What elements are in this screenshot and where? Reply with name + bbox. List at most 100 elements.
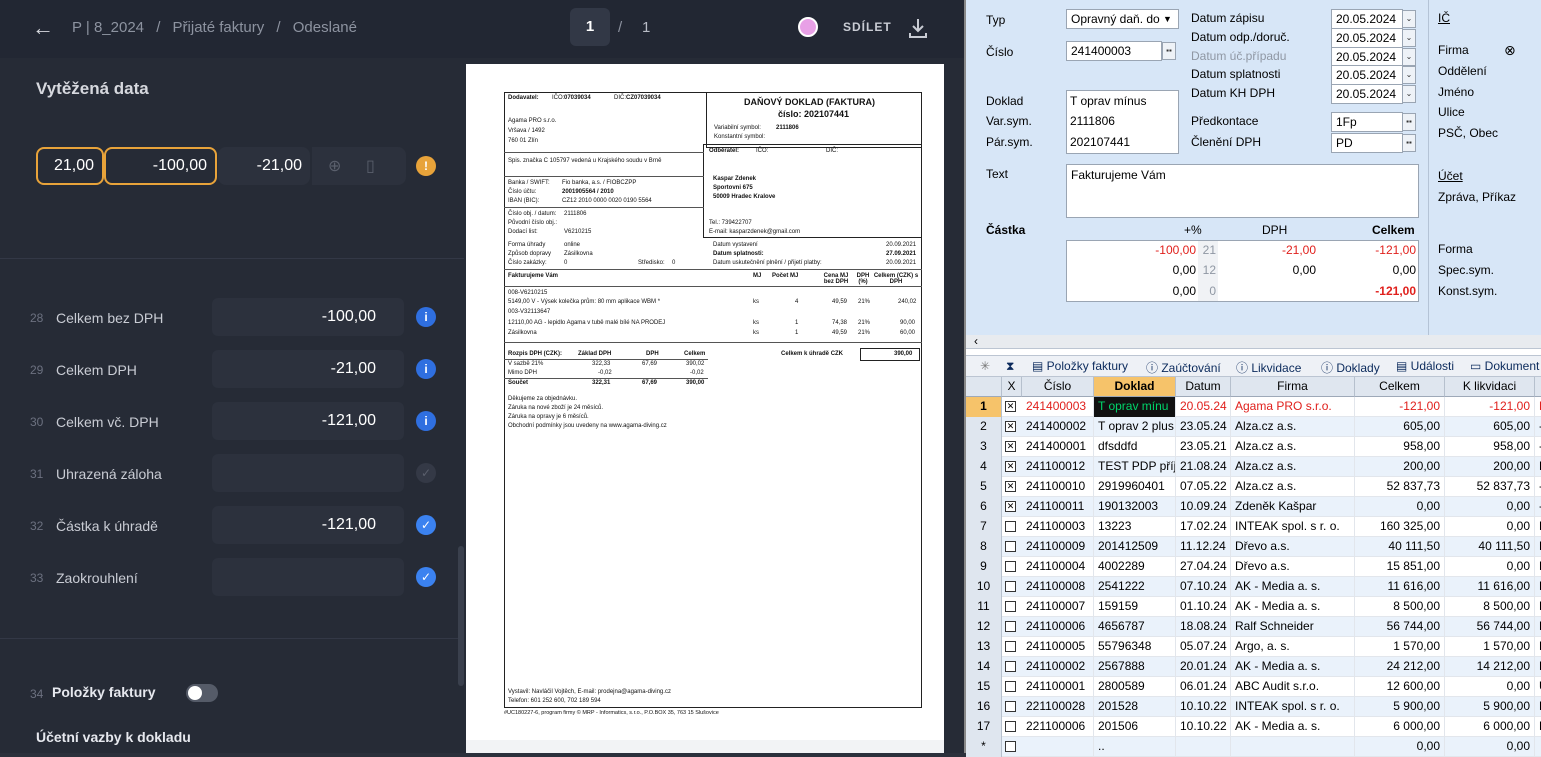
col-header[interactable]: Číslo	[1022, 377, 1094, 397]
rounding-field[interactable]	[212, 558, 404, 596]
table-row[interactable]: 4 ✕ 241100012 TEST PDP příj 21.08.24 Alza.cz …	[966, 457, 1541, 477]
invoice-items-toggle[interactable]	[186, 684, 218, 702]
row-checkbox[interactable]	[1005, 601, 1016, 612]
breadcrumb-sent[interactable]: Odeslané	[293, 19, 357, 36]
add-row-icon[interactable]: ⊕	[328, 156, 341, 176]
tab-events[interactable]: ▤ Události	[1396, 359, 1454, 373]
row-number[interactable]: 16	[966, 697, 1002, 717]
amount-base[interactable]: -100,00	[1066, 243, 1196, 257]
row-number[interactable]: *	[966, 737, 1002, 757]
table-row[interactable]: 16 221100028 201528 10.10.22 INTEAK spol. s …	[966, 697, 1541, 717]
account-label[interactable]: Účet	[1438, 169, 1463, 183]
avatar[interactable]	[798, 17, 818, 37]
total-gross-field[interactable]: -121,00	[212, 402, 404, 440]
row-checkbox[interactable]	[1005, 701, 1016, 712]
chevron-down-icon[interactable]: ⌄	[1402, 48, 1416, 66]
cleneni-field[interactable]: PD	[1331, 133, 1403, 153]
tab-accounting[interactable]: ⓘ Zaúčtování	[1146, 359, 1221, 376]
col-header[interactable]	[1535, 377, 1541, 397]
chevron-down-icon[interactable]: ▼	[1163, 14, 1172, 24]
text-area[interactable]: Fakturujeme Vám	[1066, 164, 1419, 218]
table-row[interactable]: 13 241100005 55796348 05.07.24 Argo, a. s. 1 …	[966, 637, 1541, 657]
ic-label[interactable]: IČ	[1438, 11, 1450, 25]
amount-base[interactable]: 0,00	[1066, 263, 1196, 277]
amount-vat[interactable]: 0,00	[1218, 263, 1316, 277]
table-row[interactable]: 9 241100004 4002289 27.04.24 Dřevo a.s. 15 85…	[966, 557, 1541, 577]
row-checkbox[interactable]	[1005, 541, 1016, 552]
clear-icon[interactable]: ⊗	[1504, 42, 1516, 59]
row-checkbox[interactable]: ✕	[1005, 421, 1016, 432]
row-number[interactable]: 1	[966, 397, 1002, 417]
row-checkbox[interactable]	[1005, 681, 1016, 692]
table-row[interactable]: 6 ✕ 241100011 190132003 10.09.24 Zdeněk Kašpa…	[966, 497, 1541, 517]
date-field[interactable]: 20.05.2024	[1331, 9, 1403, 29]
doklad-field[interactable]: T oprav mínus	[1070, 94, 1146, 108]
breadcrumb-period[interactable]: P | 8_2024	[72, 19, 144, 36]
check-icon[interactable]: ✓	[416, 567, 436, 587]
amount-total[interactable]: 0,00	[1318, 263, 1416, 277]
info-icon[interactable]: i	[416, 307, 436, 327]
row-number[interactable]: 11	[966, 597, 1002, 617]
chevron-down-icon[interactable]: ⌄	[1402, 85, 1416, 103]
table-row[interactable]: 7 241100003 13223 17.02.24 INTEAK spol. s r.…	[966, 517, 1541, 537]
parsym-field[interactable]: 202107441	[1070, 135, 1130, 149]
table-row[interactable]: 11 241100007 159159 01.10.24 AK - Media a. s…	[966, 597, 1541, 617]
total-vat-field[interactable]: -21,00	[212, 350, 404, 388]
row-checkbox[interactable]: ✕	[1005, 481, 1016, 492]
row-number[interactable]: 15	[966, 677, 1002, 697]
row-checkbox[interactable]: ✕	[1005, 461, 1016, 472]
col-header[interactable]: Firma	[1231, 377, 1355, 397]
info-icon[interactable]: i	[416, 411, 436, 431]
vat-rate-field[interactable]: 21,00	[36, 147, 104, 185]
col-header[interactable]: Celkem	[1355, 377, 1445, 397]
row-number[interactable]: 7	[966, 517, 1002, 537]
asterisk-icon[interactable]: ✳	[980, 359, 990, 373]
table-row[interactable]: 10 241100008 2541222 07.10.24 AK - Media a. …	[966, 577, 1541, 597]
chevron-down-icon[interactable]: ⌄	[1402, 66, 1416, 84]
vat-base-field[interactable]: -100,00	[104, 147, 217, 185]
row-checkbox[interactable]: ✕	[1005, 501, 1016, 512]
col-header[interactable]: Datum	[1176, 377, 1231, 397]
row-number[interactable]: 14	[966, 657, 1002, 677]
chevron-down-icon[interactable]: ⌄	[1402, 29, 1416, 47]
chevron-down-icon[interactable]: ⌄	[1402, 10, 1416, 28]
chevron-left-icon[interactable]: ‹	[974, 334, 978, 348]
table-row[interactable]: 17 221100006 201506 10.10.22 AK - Media a. s…	[966, 717, 1541, 737]
row-number[interactable]: 12	[966, 617, 1002, 637]
col-header[interactable]: X	[1002, 377, 1022, 397]
number-picker-icon[interactable]: ▪▪	[1162, 42, 1176, 60]
table-row[interactable]: 3 ✕ 241400001 dfsddfd 23.05.21 Alza.cz a.s. 95…	[966, 437, 1541, 457]
varsym-field[interactable]: 2111806	[1070, 114, 1115, 128]
table-row[interactable]: 2 ✕ 241400002 T oprav 2 plus 23.05.24 Alza.cz…	[966, 417, 1541, 437]
row-checkbox[interactable]	[1005, 581, 1016, 592]
number-field[interactable]: 241400003	[1066, 41, 1162, 61]
row-checkbox[interactable]	[1005, 661, 1016, 672]
check-icon[interactable]: ✓	[416, 463, 436, 483]
share-button[interactable]: SDÍLET	[843, 20, 892, 34]
row-number[interactable]: 5	[966, 477, 1002, 497]
row-checkbox[interactable]: ✕	[1005, 401, 1016, 412]
col-header[interactable]: K likvidaci	[1445, 377, 1535, 397]
date-field[interactable]: 20.05.2024	[1331, 65, 1403, 85]
row-number[interactable]: 3	[966, 437, 1002, 457]
row-number[interactable]: 17	[966, 717, 1002, 737]
picker-icon[interactable]: ▪▪	[1402, 134, 1416, 152]
info-icon[interactable]: i	[416, 359, 436, 379]
warning-icon[interactable]: !	[416, 156, 436, 176]
vat-amount-field[interactable]: -21,00	[218, 147, 310, 185]
horizontal-scrollbar[interactable]: ‹	[966, 334, 1541, 349]
arrow-left-icon[interactable]: ←	[32, 15, 54, 41]
breadcrumb-received[interactable]: Přijaté faktury	[173, 19, 265, 36]
tab-liquidation[interactable]: ⓘ Likvidace	[1236, 359, 1301, 376]
paid-advance-field[interactable]	[212, 454, 404, 492]
date-field[interactable]: 20.05.2024	[1331, 47, 1403, 67]
row-checkbox[interactable]	[1005, 721, 1016, 732]
row-checkbox[interactable]	[1005, 621, 1016, 632]
row-number[interactable]: 6	[966, 497, 1002, 517]
row-number[interactable]: 4	[966, 457, 1002, 477]
row-checkbox[interactable]: ✕	[1005, 441, 1016, 452]
row-number[interactable]: 9	[966, 557, 1002, 577]
tab-documents[interactable]: ⓘ Doklady	[1321, 359, 1380, 376]
row-checkbox[interactable]	[1005, 561, 1016, 572]
check-icon[interactable]: ✓	[416, 515, 436, 535]
